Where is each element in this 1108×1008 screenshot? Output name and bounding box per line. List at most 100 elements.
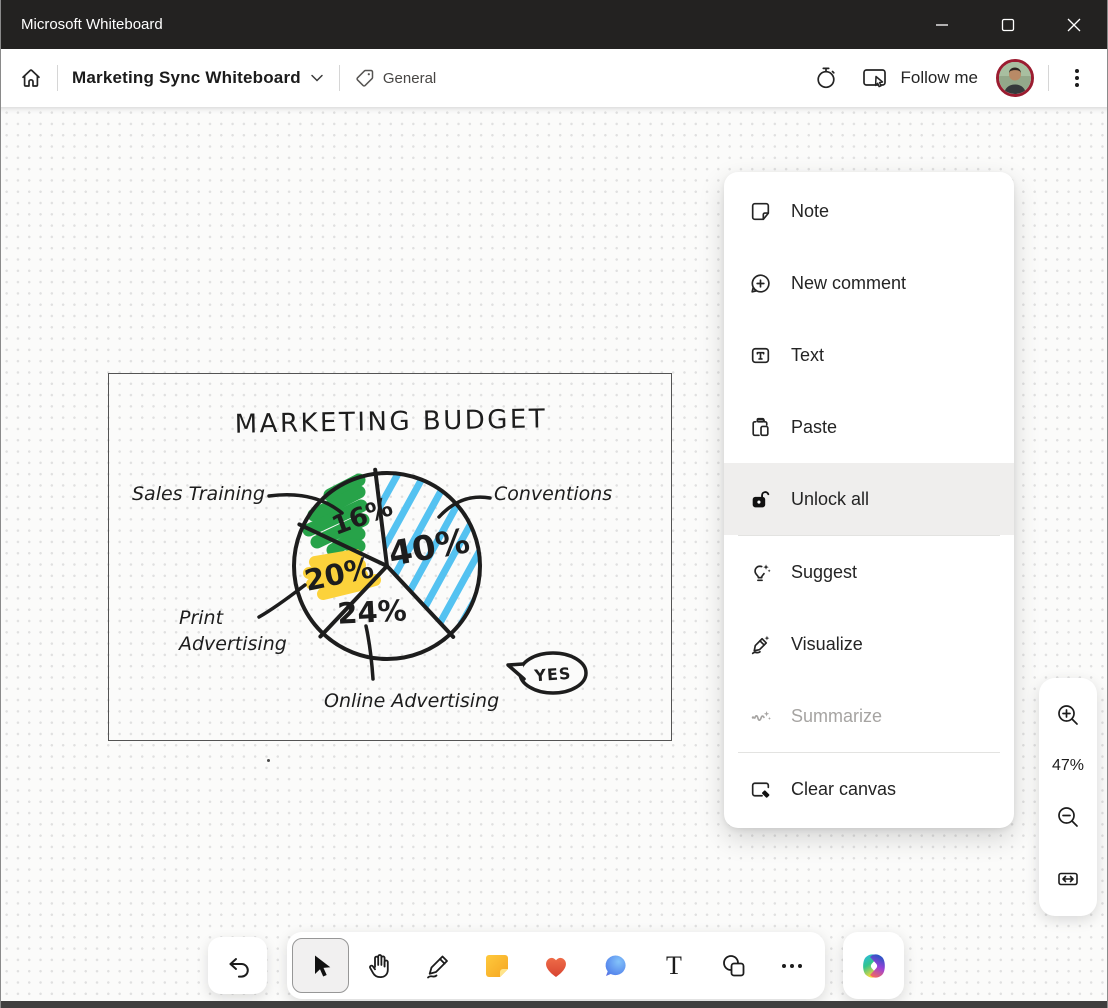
board-title: Marketing Sync Whiteboard [72,68,301,88]
note-icon [747,198,773,224]
tag-icon [354,67,376,89]
paste-icon [747,414,773,440]
maximize-button[interactable] [975,0,1041,49]
follow-me-icon [861,65,889,91]
menu-label: Paste [791,417,837,438]
whiteboard-canvas[interactable]: MARKETING BUDGET [1,107,1107,1001]
follow-me-label: Follow me [901,68,978,88]
home-button[interactable] [15,62,47,94]
heart-icon [541,951,571,981]
label-online-advertising: Online Advertising [324,690,499,712]
suggest-icon [747,559,773,585]
menu-item-suggest[interactable]: Suggest [724,536,1014,608]
svg-text:T: T [666,951,682,980]
undo-panel [208,937,267,994]
undo-icon [223,951,253,981]
shapes-tool-button[interactable] [704,938,761,993]
shapes-icon [718,951,748,981]
unlock-icon [747,486,773,512]
menu-item-visualize[interactable]: Visualize [724,608,1014,680]
category-tag[interactable]: General [350,65,440,91]
timer-icon [813,65,839,91]
ink-dot [267,759,270,762]
sticky-note-icon [482,951,512,981]
menu-item-clear-canvas[interactable]: Clear canvas [724,753,1014,825]
select-cursor-icon [305,951,335,981]
copilot-panel [843,932,904,999]
avatar[interactable] [996,59,1034,97]
close-icon [1067,18,1081,32]
app-title: Microsoft Whiteboard [1,16,909,33]
menu-item-text[interactable]: Text [724,319,1014,391]
zoom-in-icon [1055,702,1081,728]
yes-text: YES [533,664,572,686]
zoom-panel: 47% [1039,678,1097,916]
menu-label: Unlock all [791,489,869,510]
comment-bubble-icon [600,951,630,981]
home-icon [19,66,43,90]
chevron-down-icon [309,70,325,86]
zoom-level: 47% [1052,757,1084,775]
reaction-tool-button[interactable] [528,938,585,993]
pct-online-advertising: 24% [336,593,407,631]
menu-item-summarize: Summarize [724,680,1014,752]
label-sales-training: Sales Training [132,483,265,505]
text-icon [747,342,773,368]
header-divider-2 [339,65,340,91]
label-print-line1: Print [179,607,225,629]
menu-item-paste[interactable]: Paste [724,391,1014,463]
label-conventions: Conventions [494,483,612,505]
window-bottom-edge [1,1001,1107,1008]
fit-to-screen-icon [1055,866,1081,892]
drawing-title: MARKETING BUDGET [234,404,547,439]
follow-me-button[interactable]: Follow me [857,63,982,93]
new-comment-icon [747,270,773,296]
sticky-note-tool-button[interactable] [469,938,526,993]
ellipsis-icon [777,951,807,981]
zoom-out-icon [1055,804,1081,830]
minimize-button[interactable] [909,0,975,49]
summarize-icon [747,703,773,729]
menu-label: Note [791,201,829,222]
menu-label: Clear canvas [791,779,896,800]
hand-icon [364,951,394,981]
yes-annotation: YES [508,653,586,693]
board-title-dropdown[interactable]: Marketing Sync Whiteboard [68,66,329,90]
header-divider [57,65,58,91]
undo-button[interactable] [215,943,261,989]
more-options-button[interactable] [1063,62,1091,94]
marketing-budget-drawing[interactable]: MARKETING BUDGET [108,373,672,741]
minimize-icon [935,18,949,32]
timer-button[interactable] [809,61,843,95]
comment-tool-button[interactable] [586,938,643,993]
text-tool-button[interactable]: T [645,938,702,993]
menu-label: Suggest [791,562,857,583]
more-tools-button[interactable] [763,938,820,993]
canvas-context-menu: Note New comment Text [724,172,1014,828]
zoom-in-button[interactable] [1048,695,1088,735]
close-button[interactable] [1041,0,1107,49]
fit-to-screen-button[interactable] [1048,859,1088,899]
ink-tool-button[interactable] [410,938,467,993]
menu-item-new-comment[interactable]: New comment [724,247,1014,319]
menu-label: Summarize [791,706,882,727]
copilot-icon [857,949,891,983]
kebab-menu-icon [1067,66,1087,90]
titlebar: Microsoft Whiteboard [1,0,1107,49]
visualize-icon [747,631,773,657]
menu-label: Visualize [791,634,863,655]
pen-icon [423,951,453,981]
maximize-icon [1001,18,1015,32]
select-tool-button[interactable] [292,938,349,993]
clear-canvas-icon [747,776,773,802]
app-window: Microsoft Whiteboard Marketing [0,0,1108,1008]
menu-item-unlock-all[interactable]: Unlock all [724,463,1014,535]
menu-label: Text [791,345,824,366]
menu-item-note[interactable]: Note [724,175,1014,247]
pct-conventions: 40% [386,521,473,575]
text-tool-icon: T [659,951,689,981]
menu-label: New comment [791,273,906,294]
zoom-out-button[interactable] [1048,797,1088,837]
pan-tool-button[interactable] [351,938,408,993]
copilot-button[interactable] [849,941,899,991]
